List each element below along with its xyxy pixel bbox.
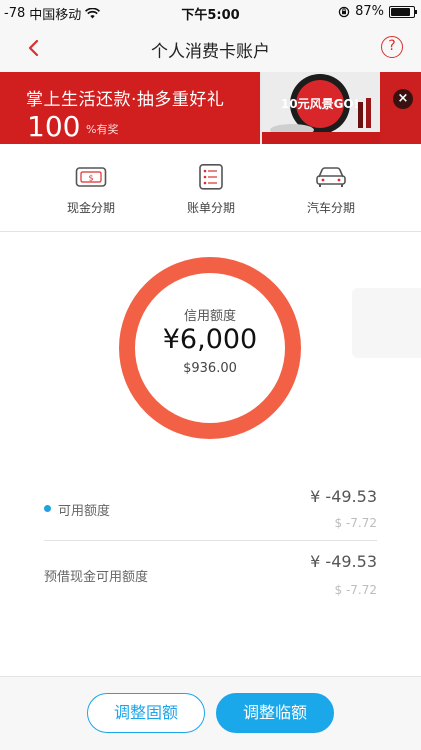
svg-text:$: $	[88, 174, 93, 183]
available-limit-usd: $ -7.72	[334, 516, 378, 530]
banner-number: 100	[27, 110, 81, 143]
nav-bar: 个人消费卡账户 ?	[0, 24, 421, 72]
action-cash-installment[interactable]: $ 现金分期	[36, 144, 146, 232]
banner-art-text: 10元风景GO!	[281, 97, 359, 111]
rotation-lock-icon	[338, 6, 350, 17]
cash-advance-label: 预借现金可用额度	[44, 570, 149, 585]
bill-list-icon	[199, 164, 223, 190]
page-title: 个人消费卡账户	[151, 42, 270, 62]
status-right: 87%	[338, 4, 417, 19]
action-label: 汽车分期	[306, 201, 355, 215]
available-limit-row: 可用额度 ¥ -49.53 $ -7.72	[44, 482, 377, 544]
action-label: 账单分期	[186, 201, 235, 215]
promo-banner[interactable]: 掌上生活还款·抽多重好礼 100 %有奖 10元风景GO! ×	[0, 72, 421, 144]
installment-actions: $ 现金分期 账单分期 汽车分期	[0, 144, 421, 232]
action-label: 现金分期	[66, 201, 115, 215]
battery-percent: 87%	[355, 4, 384, 19]
cash-advance-value: ¥ -49.53	[310, 552, 377, 571]
battery-fill	[391, 7, 411, 16]
cash-advance-usd: $ -7.72	[334, 583, 378, 597]
close-banner-button[interactable]: ×	[393, 89, 413, 109]
cash-advance-row: 预借现金可用额度 ¥ -49.53 $ -7.72	[44, 548, 377, 610]
available-limit-value: ¥ -49.53	[310, 487, 377, 506]
action-bill-installment[interactable]: 账单分期	[156, 144, 266, 232]
car-icon	[316, 167, 346, 187]
credit-limit-label: 信用额度	[183, 309, 236, 324]
cash-card-icon: $	[75, 167, 107, 187]
banner-title: 掌上生活还款·抽多重好礼	[26, 90, 225, 110]
help-icon[interactable]: ?	[381, 36, 403, 58]
bottom-action-bar: 调整固额 调整临额	[0, 676, 421, 750]
credit-limit-ring: 信用额度 ¥6,000 $936.00	[118, 256, 302, 440]
available-limit-label: 可用额度	[58, 504, 111, 519]
action-car-installment[interactable]: 汽车分期	[276, 144, 386, 232]
available-dot	[44, 505, 51, 512]
banner-unit: %有奖	[86, 123, 119, 136]
row-divider	[44, 540, 377, 541]
battery-icon	[389, 5, 417, 18]
side-card-peek[interactable]	[352, 288, 421, 358]
banner-promo-image: 10元风景GO!	[262, 72, 380, 144]
credit-limit-usd: $936.00	[183, 361, 237, 376]
adjust-fixed-limit-button[interactable]: 调整固额	[87, 693, 205, 733]
adjust-temp-limit-button[interactable]: 调整临额	[216, 693, 334, 733]
status-bar: -78 中国移动 下午5:00 87%	[0, 0, 421, 24]
credit-limit-amount: ¥6,000	[162, 324, 258, 355]
